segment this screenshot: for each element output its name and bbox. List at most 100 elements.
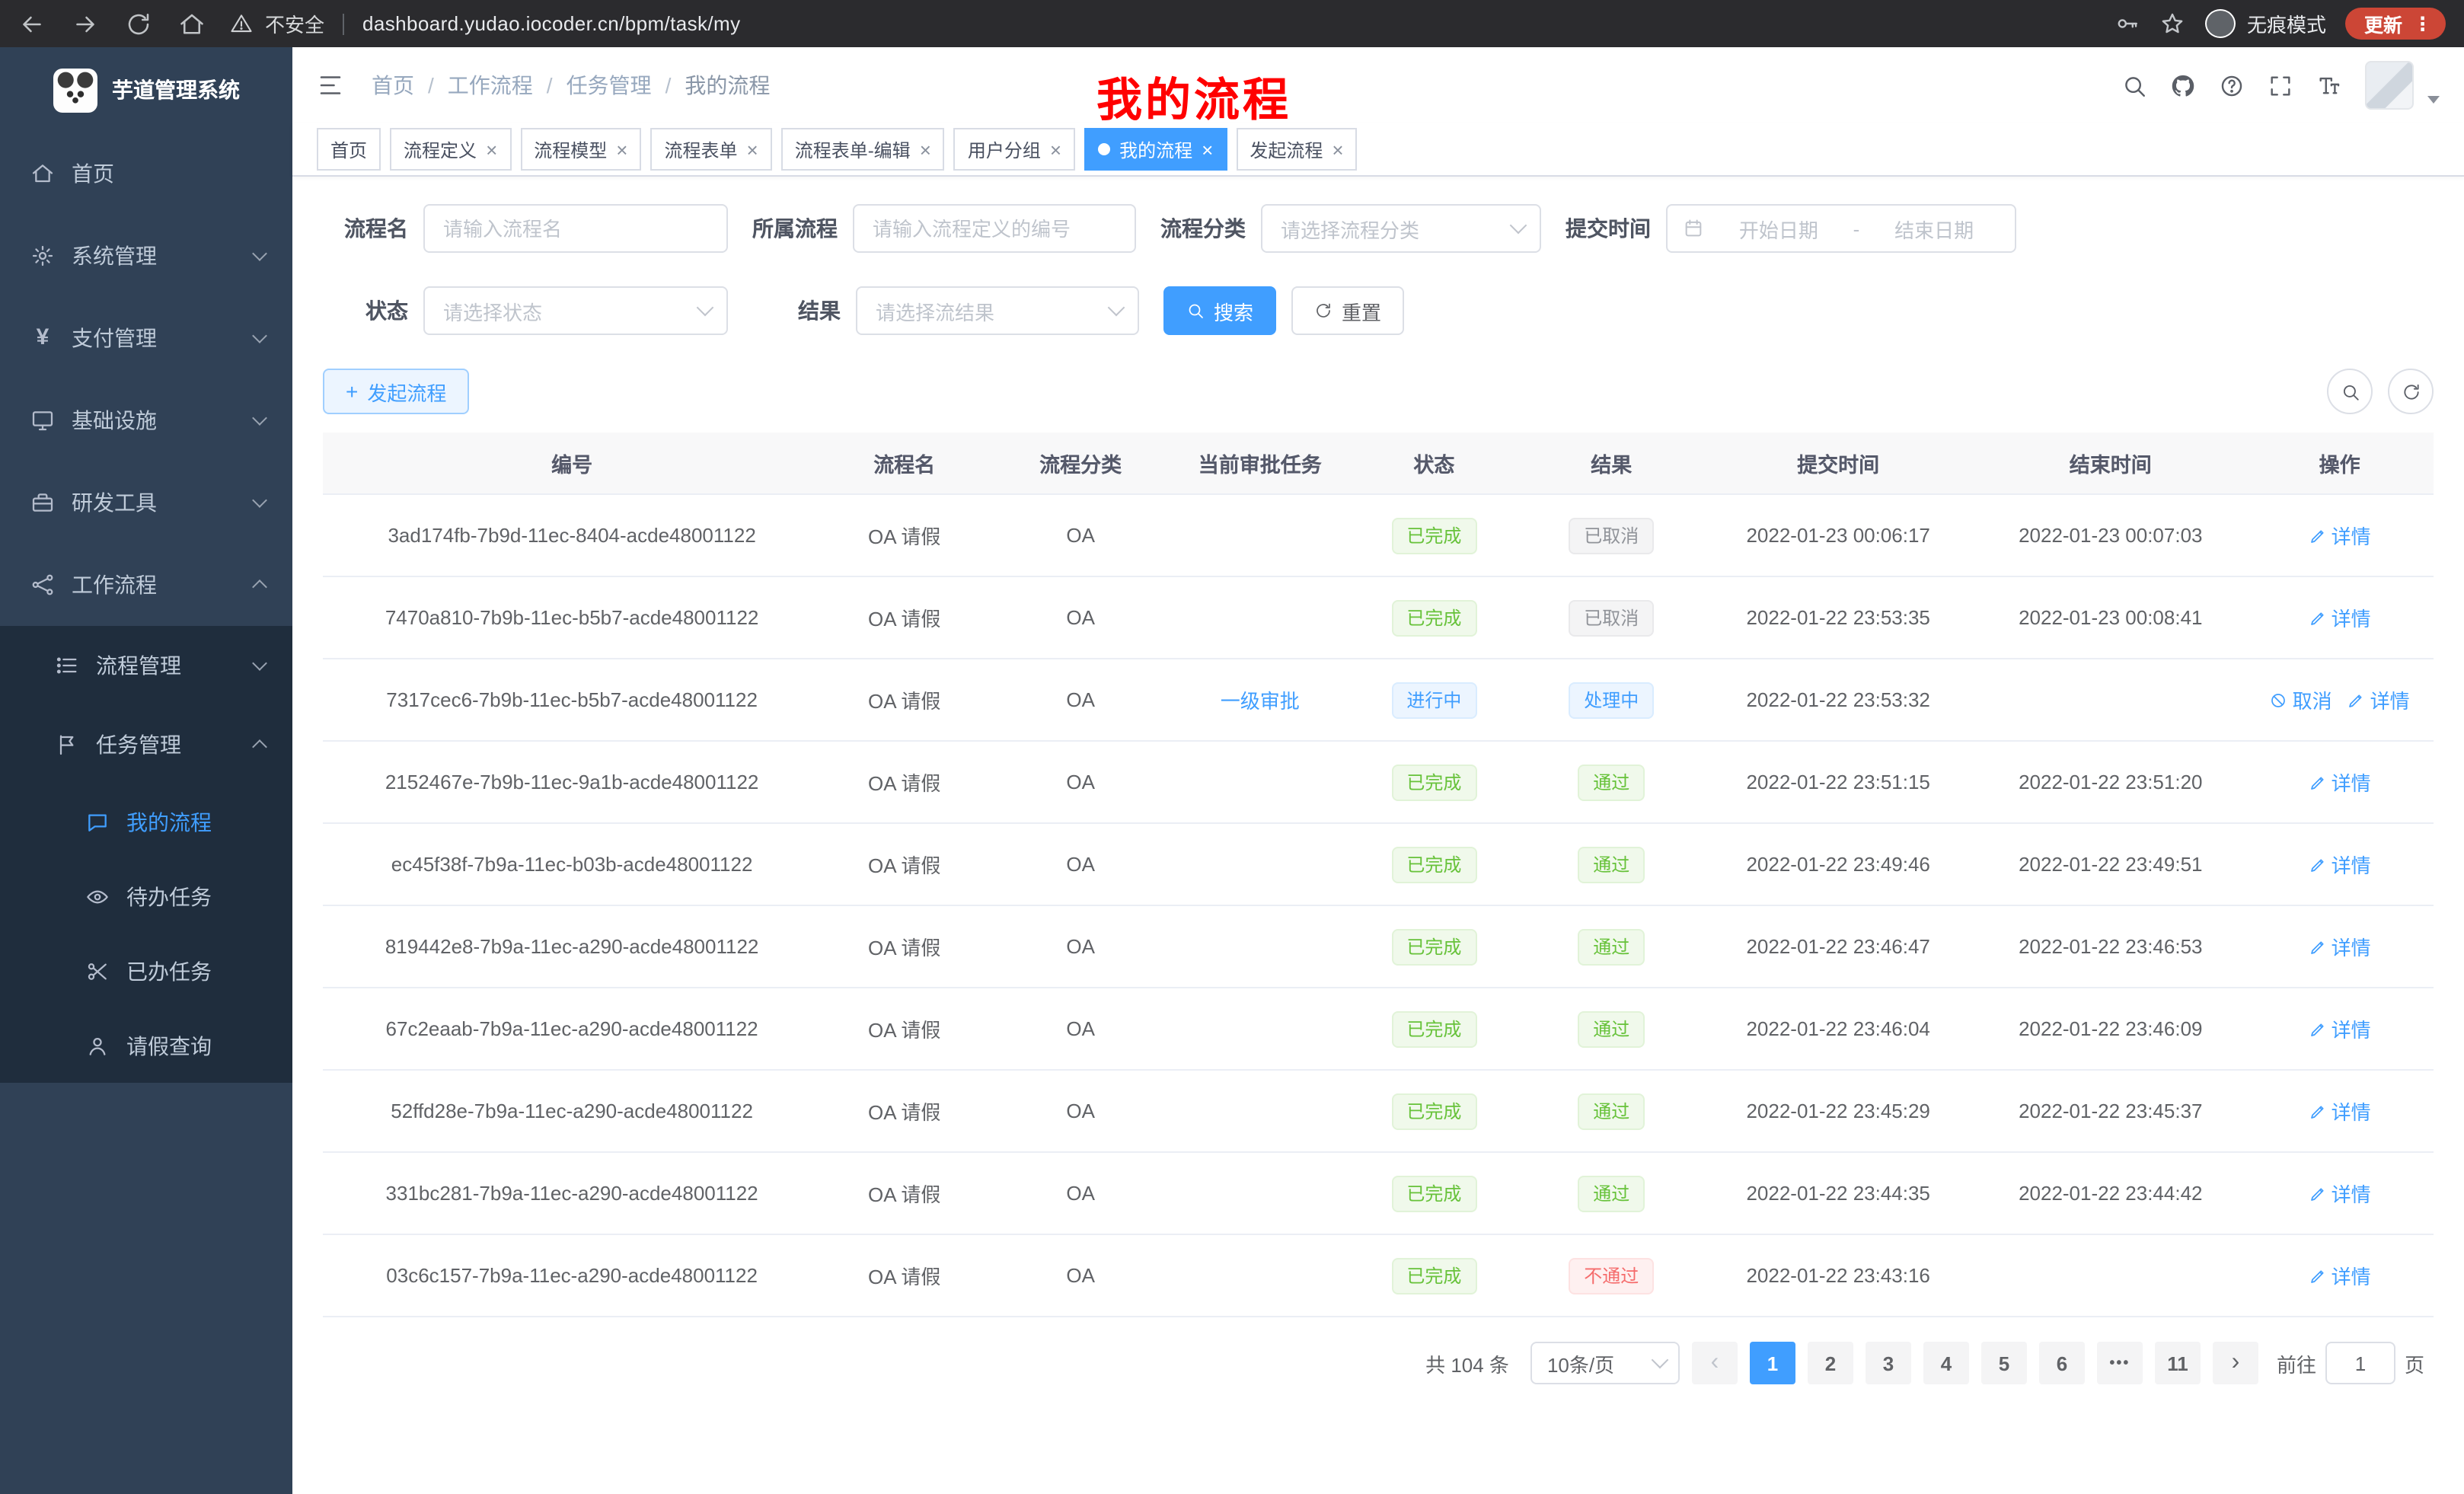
sidebar-item-task-management[interactable]: 任务管理 [0, 705, 292, 784]
tab-start-process[interactable]: 发起流程× [1236, 128, 1357, 171]
start-date-placeholder[interactable]: 开始日期 [1713, 214, 1844, 243]
breadcrumb-home[interactable]: 首页 [372, 70, 414, 101]
tab-process-model[interactable]: 流程模型× [520, 128, 641, 171]
update-button[interactable]: 更新 ⋮ [2346, 8, 2446, 40]
search-toggle-button[interactable] [2327, 369, 2373, 414]
page-button-4[interactable]: 4 [1923, 1342, 1969, 1384]
close-icon[interactable]: × [920, 139, 931, 159]
reset-button[interactable]: 重置 [1291, 286, 1404, 335]
font-size-icon[interactable] [2316, 72, 2342, 98]
sidebar-item-todo-tasks[interactable]: 待办任务 [0, 859, 292, 934]
address-bar[interactable]: 不安全 dashboard.yudao.iocoder.cn/bpm/task/… [230, 9, 741, 38]
category-select[interactable]: 请选择流程分类 [1261, 204, 1541, 253]
sidebar-item-process-management[interactable]: 流程管理 [0, 626, 292, 705]
detail-link[interactable]: 详情 [2309, 1014, 2371, 1043]
tab-process-form[interactable]: 流程表单 × [650, 128, 771, 171]
detail-link[interactable]: 详情 [2309, 932, 2371, 961]
home-icon[interactable] [178, 10, 206, 37]
page-button-1[interactable]: 1 [1750, 1342, 1795, 1384]
reload-icon[interactable] [125, 10, 152, 37]
detail-link[interactable]: 详情 [2309, 1097, 2371, 1125]
page-button-3[interactable]: 3 [1866, 1342, 1911, 1384]
tab-process-form-edit[interactable]: 流程表单-编辑× [781, 128, 945, 171]
end-date-placeholder[interactable]: 结束日期 [1869, 214, 2000, 243]
sidebar-item-infrastructure[interactable]: 基础设施 [0, 379, 292, 461]
close-icon[interactable]: × [1050, 139, 1061, 159]
refresh-table-button[interactable] [2388, 369, 2434, 414]
breadcrumb-workflow[interactable]: 工作流程 [414, 70, 533, 101]
hamburger-icon[interactable] [317, 72, 344, 99]
tab-process-definition[interactable]: 流程定义× [390, 128, 511, 171]
date-range-picker[interactable]: 开始日期 - 结束日期 [1666, 204, 2016, 253]
page-button-2[interactable]: 2 [1808, 1342, 1853, 1384]
close-icon[interactable]: × [1332, 139, 1343, 159]
category-cell: OA [988, 494, 1173, 576]
page-button-6[interactable]: 6 [2039, 1342, 2085, 1384]
page-button-11[interactable]: 11 [2155, 1342, 2201, 1384]
parent-process-input[interactable] [853, 204, 1136, 253]
forward-icon[interactable] [72, 10, 99, 37]
cancel-link[interactable]: 取消 [2270, 685, 2332, 714]
task-management-children: 我的流程 待办任务 已办任务 请假查询 [0, 784, 292, 1083]
id-cell: 7317cec6-7b9b-11ec-b5b7-acde48001122 [323, 659, 821, 741]
avatar[interactable] [2365, 61, 2414, 110]
goto-page-input[interactable] [2325, 1342, 2395, 1384]
search-button[interactable]: 搜索 [1163, 286, 1276, 335]
sidebar-item-system[interactable]: 系统管理 [0, 215, 292, 297]
menu-dots-icon[interactable]: ⋮ [2413, 12, 2432, 35]
header-end-time: 结束时间 [1975, 433, 2245, 494]
name-cell: OA 请假 [821, 905, 988, 988]
tab-home[interactable]: 首页 [317, 128, 381, 171]
name-cell: OA 请假 [821, 988, 988, 1070]
breadcrumb: 首页 工作流程 任务管理 我的流程 [372, 70, 770, 101]
edit-icon [2309, 526, 2327, 544]
status-select[interactable]: 请选择状态 [423, 286, 728, 335]
sidebar-item-label: 基础设施 [72, 405, 157, 436]
github-icon[interactable] [2170, 72, 2196, 98]
start-process-button[interactable]: + 发起流程 [323, 369, 469, 414]
plus-icon: + [346, 381, 358, 402]
goto-suffix: 页 [2405, 1349, 2424, 1377]
close-icon[interactable]: × [616, 139, 627, 159]
next-page-button[interactable]: › [2213, 1342, 2258, 1384]
close-icon[interactable]: × [747, 139, 758, 159]
bookmark-star-icon[interactable] [2160, 11, 2186, 37]
detail-link[interactable]: 详情 [2309, 850, 2371, 879]
sidebar-item-devtools[interactable]: 研发工具 [0, 461, 292, 544]
close-icon[interactable]: × [486, 139, 497, 159]
prev-page-button[interactable]: ‹ [1692, 1342, 1738, 1384]
chevron-down-icon[interactable] [2427, 96, 2440, 104]
detail-link[interactable]: 详情 [2348, 685, 2410, 714]
result-select[interactable]: 请选择流结果 [856, 286, 1139, 335]
detail-link[interactable]: 详情 [2309, 603, 2371, 632]
more-pages-button[interactable]: ••• [2097, 1342, 2143, 1384]
app-logo[interactable]: 芋道管理系统 [0, 47, 292, 132]
detail-link[interactable]: 详情 [2309, 1261, 2371, 1290]
detail-link[interactable]: 详情 [2309, 1179, 2371, 1208]
sidebar-item-leave-query[interactable]: 请假查询 [0, 1008, 292, 1083]
id-cell: ec45f38f-7b9a-11ec-b03b-acde48001122 [323, 823, 821, 905]
process-name-input[interactable] [423, 204, 728, 253]
sidebar-item-payment[interactable]: ¥ 支付管理 [0, 297, 292, 379]
sidebar-item-workflow[interactable]: 工作流程 [0, 544, 292, 626]
back-icon[interactable] [18, 10, 46, 37]
breadcrumb-task-management[interactable]: 任务管理 [533, 70, 652, 101]
sidebar-item-done-tasks[interactable]: 已办任务 [0, 934, 292, 1008]
key-icon[interactable] [2115, 11, 2140, 37]
page-size-select[interactable]: 10条/页 [1530, 1342, 1680, 1384]
sidebar-item-home[interactable]: 首页 [0, 132, 292, 215]
sidebar-item-my-process[interactable]: 我的流程 [0, 784, 292, 859]
current-task-link[interactable]: 一级审批 [1221, 690, 1300, 713]
tab-label: 流程表单 [664, 136, 737, 162]
fullscreen-icon[interactable] [2268, 72, 2293, 98]
detail-link[interactable]: 详情 [2309, 768, 2371, 796]
search-icon[interactable] [2121, 72, 2147, 98]
close-icon[interactable]: × [1202, 139, 1213, 159]
page-button-5[interactable]: 5 [1981, 1342, 2027, 1384]
detail-link[interactable]: 详情 [2309, 521, 2371, 550]
tab-my-process[interactable]: 我的流程× [1084, 128, 1227, 171]
tab-user-group[interactable]: 用户分组× [954, 128, 1075, 171]
name-cell: OA 请假 [821, 1234, 988, 1317]
actions-cell: 取消详情 [2245, 659, 2434, 741]
help-icon[interactable] [2219, 72, 2245, 98]
